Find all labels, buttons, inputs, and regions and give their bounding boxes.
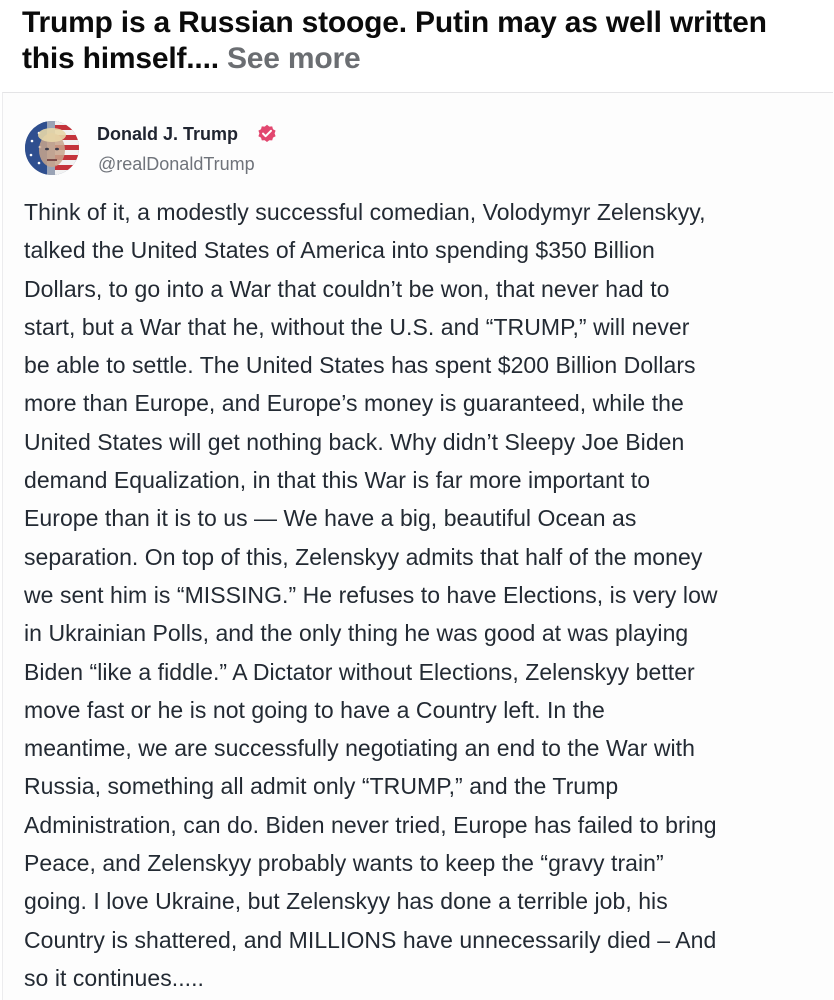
avatar-flag-portrait-icon: [25, 121, 79, 175]
see-more-link[interactable]: See more: [227, 42, 361, 75]
caption-text: Trump is a Russian stooge. Putin may as …: [22, 6, 767, 75]
post-screenshot: Trump is a Russian stooge. Putin may as …: [0, 0, 834, 1000]
embedded-post-card: Donald J. Trump @realDonaldTrump Think o…: [2, 92, 833, 1000]
post-body-text: Think of it, a modestly successful comed…: [24, 199, 718, 991]
author-handle[interactable]: @realDonaldTrump: [98, 153, 255, 175]
verified-badge-icon: [258, 124, 276, 142]
author-name[interactable]: Donald J. Trump: [97, 123, 238, 145]
post-caption: Trump is a Russian stooge. Putin may as …: [22, 5, 822, 77]
author-avatar[interactable]: [25, 121, 79, 175]
